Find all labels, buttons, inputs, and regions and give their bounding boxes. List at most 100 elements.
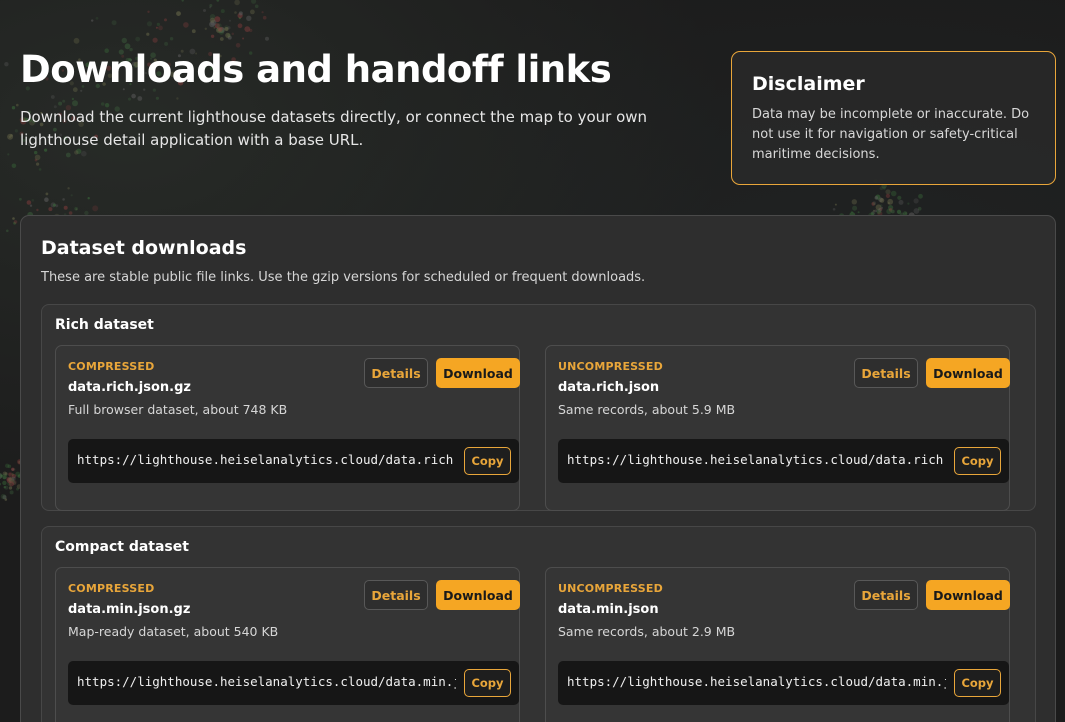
map-dot bbox=[91, 19, 94, 22]
copy-button[interactable]: Copy bbox=[954, 669, 1001, 697]
url-text[interactable]: https://lighthouse.heiselanalytics.cloud… bbox=[567, 452, 946, 467]
map-dot bbox=[872, 201, 877, 206]
map-dot bbox=[92, 205, 99, 212]
map-dot bbox=[5, 476, 10, 481]
map-dot bbox=[55, 204, 59, 208]
map-dot bbox=[15, 103, 19, 107]
map-dot bbox=[19, 197, 22, 201]
map-dot bbox=[10, 134, 13, 137]
map-dot bbox=[219, 37, 224, 41]
url-text[interactable]: https://lighthouse.heiselanalytics.cloud… bbox=[77, 674, 456, 689]
download-button[interactable]: Download bbox=[436, 580, 520, 610]
map-dot bbox=[3, 486, 6, 489]
map-dot bbox=[874, 209, 878, 213]
map-dot bbox=[874, 196, 879, 200]
map-dot bbox=[36, 208, 39, 212]
map-dot bbox=[26, 200, 32, 205]
map-dot bbox=[11, 474, 16, 479]
map-dot bbox=[11, 473, 14, 476]
map-dot bbox=[6, 477, 12, 482]
page-title: Downloads and handoff links bbox=[20, 48, 612, 91]
map-dot bbox=[156, 22, 160, 26]
map-dot bbox=[0, 482, 1, 486]
map-dot bbox=[7, 481, 12, 486]
map-dot bbox=[251, 0, 257, 4]
map-dot bbox=[216, 26, 219, 29]
map-dot bbox=[8, 472, 14, 478]
download-button[interactable]: Download bbox=[926, 358, 1010, 388]
map-dot bbox=[876, 209, 882, 215]
card-filename: data.rich.json bbox=[558, 380, 660, 395]
map-dot bbox=[146, 32, 150, 36]
url-box: https://lighthouse.heiselanalytics.cloud… bbox=[68, 439, 519, 483]
map-dot bbox=[214, 23, 220, 29]
download-button[interactable]: Download bbox=[436, 358, 520, 388]
copy-button[interactable]: Copy bbox=[954, 447, 1001, 475]
map-dot bbox=[885, 193, 891, 198]
url-text[interactable]: https://lighthouse.heiselanalytics.cloud… bbox=[77, 452, 456, 467]
map-dot bbox=[169, 37, 174, 41]
map-dot bbox=[16, 487, 19, 491]
map-dot bbox=[7, 133, 14, 140]
copy-button[interactable]: Copy bbox=[464, 447, 511, 475]
map-dot bbox=[219, 27, 225, 34]
map-dot bbox=[13, 221, 16, 225]
map-dot bbox=[216, 27, 221, 32]
map-dot bbox=[852, 205, 858, 211]
map-dot bbox=[832, 208, 836, 211]
map-dot bbox=[850, 210, 854, 214]
map-dot bbox=[5, 463, 10, 468]
map-dot bbox=[834, 203, 837, 206]
map-dot bbox=[238, 11, 243, 16]
card-kind-label: COMPRESSED bbox=[68, 582, 155, 595]
map-dot bbox=[7, 153, 10, 156]
map-dot bbox=[879, 207, 883, 211]
map-dot bbox=[875, 194, 881, 200]
map-dot bbox=[877, 208, 882, 212]
map-dot bbox=[886, 208, 892, 215]
copy-button[interactable]: Copy bbox=[464, 669, 511, 697]
map-dot bbox=[879, 204, 883, 208]
map-dot bbox=[235, 43, 241, 48]
map-dot bbox=[8, 472, 12, 476]
card-description: Same records, about 5.9 MB bbox=[558, 402, 736, 417]
map-dot bbox=[213, 26, 216, 29]
details-button[interactable]: Details bbox=[854, 358, 918, 388]
map-dot bbox=[12, 481, 17, 485]
map-dot bbox=[224, 25, 229, 30]
map-dot bbox=[204, 27, 207, 30]
map-dot bbox=[11, 468, 15, 471]
downloads-subtitle: These are stable public file links. Use … bbox=[41, 270, 646, 285]
details-button[interactable]: Details bbox=[854, 580, 918, 610]
download-button[interactable]: Download bbox=[926, 580, 1010, 610]
url-text[interactable]: https://lighthouse.heiselanalytics.cloud… bbox=[567, 674, 946, 689]
map-dot bbox=[203, 9, 206, 12]
map-dot bbox=[218, 28, 221, 32]
map-dot bbox=[229, 19, 231, 22]
map-dot bbox=[152, 37, 158, 43]
map-dot bbox=[2, 475, 7, 480]
map-dot bbox=[227, 33, 231, 37]
map-dot bbox=[44, 197, 49, 202]
map-dot bbox=[146, 21, 153, 27]
map-dot bbox=[52, 203, 56, 207]
map-dot bbox=[209, 4, 213, 7]
map-dot bbox=[87, 197, 90, 200]
map-dot bbox=[879, 198, 885, 203]
map-dot bbox=[11, 479, 17, 485]
map-dot bbox=[176, 11, 181, 16]
map-dot bbox=[231, 32, 235, 36]
card-description: Full browser dataset, about 748 KB bbox=[68, 402, 288, 417]
map-dot bbox=[851, 199, 857, 205]
map-dot bbox=[34, 158, 38, 162]
details-button[interactable]: Details bbox=[364, 580, 428, 610]
map-dot bbox=[227, 35, 232, 40]
map-dot bbox=[13, 468, 16, 471]
map-dot bbox=[261, 11, 264, 14]
map-dot bbox=[878, 197, 883, 202]
disclaimer-text: Data may be incomplete or inaccurate. Do… bbox=[752, 107, 1030, 162]
map-dot bbox=[265, 36, 269, 41]
map-dot bbox=[242, 37, 245, 40]
details-button[interactable]: Details bbox=[364, 358, 428, 388]
map-dot bbox=[913, 208, 920, 214]
